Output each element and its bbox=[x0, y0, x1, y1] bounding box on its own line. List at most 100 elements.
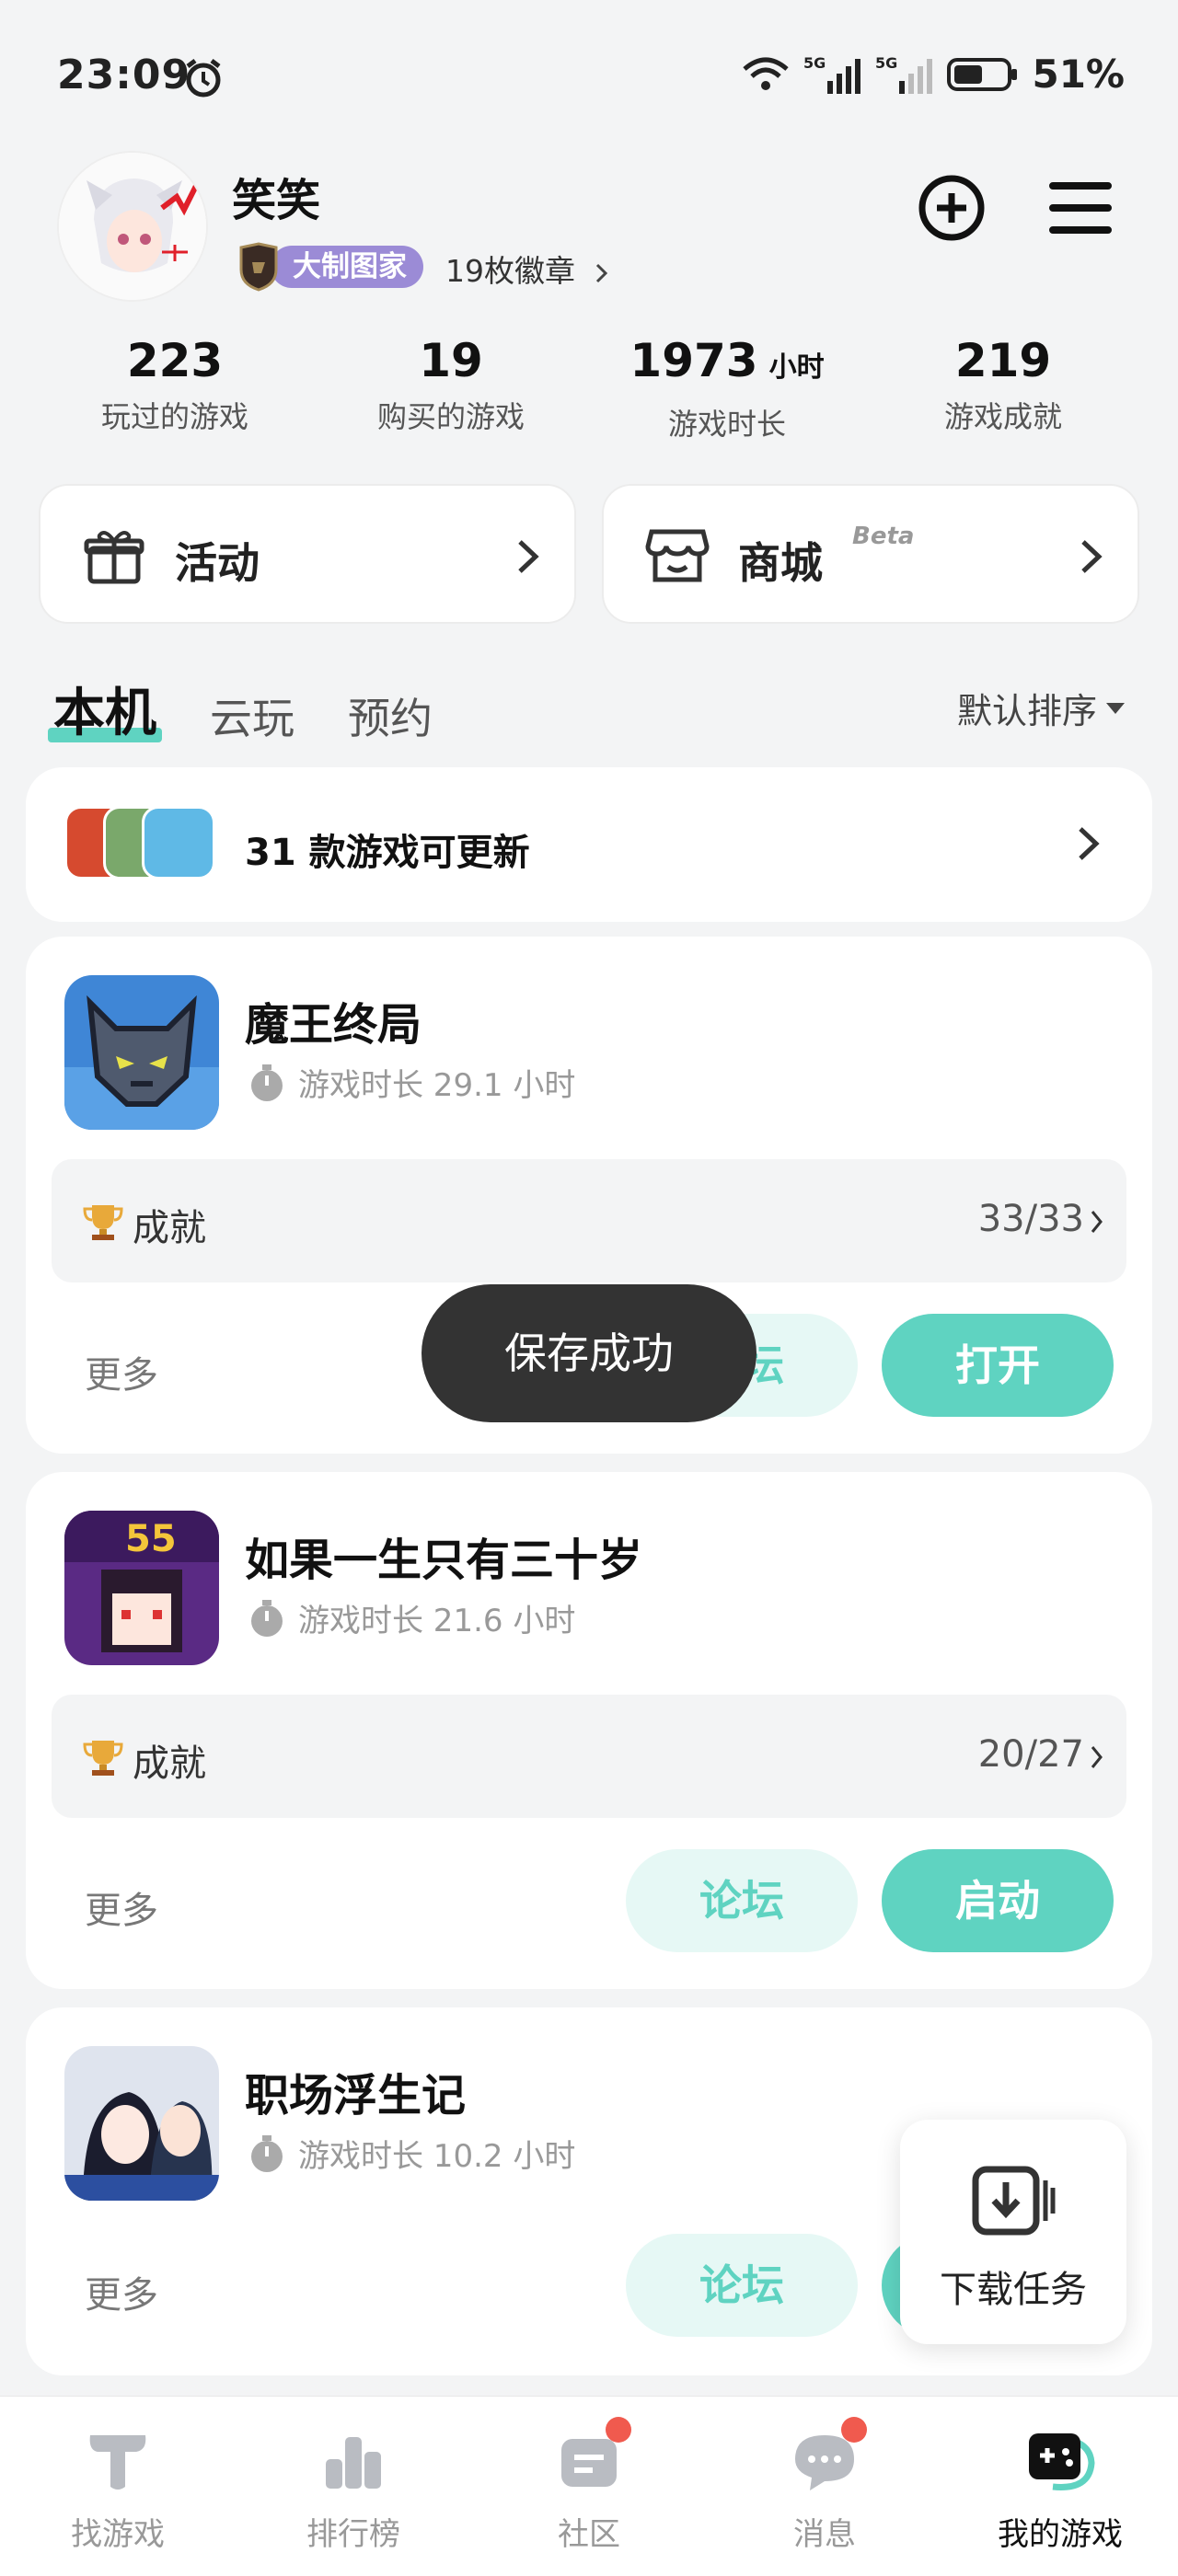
nav-label: 社区 bbox=[558, 2516, 620, 2553]
nav-messages[interactable]: 消息 bbox=[707, 2397, 942, 2576]
workplace-life-icon bbox=[64, 2046, 219, 2201]
update-game-icons bbox=[64, 806, 248, 883]
nav-find-games[interactable]: 找游戏 bbox=[0, 2397, 236, 2576]
nav-label: 排行榜 bbox=[306, 2516, 400, 2553]
download-task-button[interactable]: 下载任务 bbox=[900, 2120, 1126, 2344]
game-icon[interactable] bbox=[64, 2046, 219, 2201]
tab-cloud[interactable]: 云玩 bbox=[210, 685, 294, 746]
game-name: 魔王终局 bbox=[245, 999, 422, 1051]
store-card[interactable]: 商城 Beta bbox=[602, 484, 1139, 624]
notification-dot bbox=[841, 2417, 867, 2443]
forum-button[interactable]: 论坛 bbox=[626, 1849, 858, 1952]
stat-purchased[interactable]: 19 购买的游戏 bbox=[313, 331, 589, 443]
stopwatch-icon bbox=[251, 1064, 283, 1101]
game-playtime: 游戏时长 10.2 小时 bbox=[248, 2131, 575, 2176]
wifi-icon bbox=[743, 57, 790, 90]
badges-count: 19枚徽章 bbox=[445, 253, 575, 289]
playtime-text: 游戏时长 21.6 小时 bbox=[298, 1603, 576, 1639]
stat-label: 游戏成就 bbox=[943, 399, 1062, 434]
download-icon bbox=[972, 2166, 1056, 2236]
stat-label: 玩过的游戏 bbox=[100, 399, 248, 434]
stat-value: 219 bbox=[954, 334, 1052, 387]
beta-tag: Beta bbox=[852, 523, 915, 550]
cellular-signal-icon-2: 5G bbox=[875, 54, 933, 94]
stat-playtime[interactable]: 1973 小时 游戏时长 bbox=[589, 331, 865, 443]
game-playtime: 游戏时长 21.6 小时 bbox=[248, 1595, 575, 1640]
gamepad-icon bbox=[1029, 2433, 1095, 2490]
nav-community[interactable]: 社区 bbox=[471, 2397, 707, 2576]
status-icons: 5G 5G 51% bbox=[741, 52, 1125, 97]
status-time: 23:09 bbox=[57, 52, 191, 98]
demon-king-icon bbox=[64, 975, 219, 1130]
update-banner[interactable]: 31 款游戏可更新 bbox=[26, 767, 1152, 922]
achievement-label: 成就 bbox=[133, 1207, 206, 1249]
status-bar: 23:09 5G 5G 51% bbox=[0, 0, 1178, 156]
download-task-label: 下载任务 bbox=[940, 2269, 1087, 2311]
achievement-bar[interactable]: 成就 33/33 bbox=[52, 1159, 1126, 1282]
chevron-right-icon bbox=[1091, 1211, 1103, 1233]
stopwatch-icon bbox=[251, 1599, 283, 1637]
stat-achievements[interactable]: 219 游戏成就 bbox=[865, 331, 1141, 443]
alarm-icon bbox=[186, 59, 221, 98]
achievement-bar[interactable]: 成就 20/27 bbox=[52, 1695, 1126, 1818]
toast-message: 保存成功 bbox=[422, 1284, 756, 1422]
stat-value: 1973 bbox=[629, 334, 758, 387]
more-button[interactable]: 更多 bbox=[85, 1345, 158, 1398]
nav-label: 找游戏 bbox=[71, 2516, 165, 2553]
sort-label: 默认排序 bbox=[956, 691, 1097, 731]
stat-label: 游戏时长 bbox=[667, 407, 786, 442]
stopwatch-icon bbox=[251, 2134, 283, 2172]
more-button[interactable]: 更多 bbox=[85, 2265, 158, 2318]
game-name: 职场浮生记 bbox=[245, 2070, 467, 2122]
stat-value: 223 bbox=[126, 334, 224, 387]
activity-label: 活动 bbox=[175, 538, 260, 588]
game-icon[interactable]: 55 bbox=[64, 1511, 219, 1665]
chevron-right-icon bbox=[1079, 827, 1100, 860]
chevron-right-icon bbox=[1081, 540, 1103, 573]
store-label: 商城 bbox=[738, 538, 823, 588]
svg-text:5G: 5G bbox=[803, 54, 826, 72]
shield-icon bbox=[239, 242, 278, 292]
badges-link[interactable]: 19枚徽章 bbox=[445, 247, 609, 291]
trophy-icon bbox=[83, 1741, 123, 1776]
avatar[interactable] bbox=[57, 151, 208, 302]
battery-icon bbox=[947, 57, 1018, 91]
battery-percent: 51% bbox=[1032, 52, 1125, 97]
svg-text:5G: 5G bbox=[875, 54, 897, 72]
title-badge[interactable]: 大制图家 bbox=[237, 242, 423, 292]
stat-played[interactable]: 223 玩过的游戏 bbox=[37, 331, 313, 443]
tab-reserve[interactable]: 预约 bbox=[348, 685, 433, 746]
open-button[interactable]: 打开 bbox=[882, 1314, 1114, 1417]
game-tabs: 本机 云玩 预约 bbox=[48, 672, 433, 746]
title-badge-label: 大制图家 bbox=[271, 246, 423, 288]
more-button[interactable]: 更多 bbox=[85, 1880, 158, 1934]
forum-button[interactable]: 论坛 bbox=[626, 2234, 858, 2337]
launch-button[interactable]: 启动 bbox=[882, 1849, 1114, 1952]
chevron-right-icon bbox=[595, 263, 607, 282]
game-thumb-icon bbox=[142, 806, 215, 880]
sort-dropdown[interactable]: 默认排序 bbox=[957, 683, 1125, 733]
rankings-icon bbox=[326, 2437, 381, 2489]
game-card[interactable]: 55 如果一生只有三十岁 游戏时长 21.6 小时 成就 20/27 更多 论坛… bbox=[26, 1472, 1152, 1989]
chevron-right-icon bbox=[518, 540, 539, 573]
game-playtime: 游戏时长 29.1 小时 bbox=[248, 1060, 575, 1105]
achievement-count: 33/33 bbox=[977, 1198, 1084, 1240]
trophy-icon bbox=[83, 1205, 123, 1240]
achievement-label: 成就 bbox=[133, 1742, 206, 1785]
username[interactable]: 笑笑 bbox=[232, 164, 320, 228]
thirty-years-icon: 55 bbox=[64, 1511, 219, 1665]
nav-my-games[interactable]: 我的游戏 bbox=[942, 2397, 1178, 2576]
svg-text:55: 55 bbox=[125, 1518, 177, 1560]
nav-rankings[interactable]: 排行榜 bbox=[236, 2397, 471, 2576]
caret-down-icon bbox=[1106, 702, 1125, 714]
activity-card[interactable]: 活动 bbox=[39, 484, 576, 624]
menu-icon[interactable] bbox=[1045, 173, 1115, 243]
stat-value: 19 bbox=[419, 334, 483, 387]
achievement-count: 20/27 bbox=[977, 1733, 1084, 1776]
tab-local[interactable]: 本机 bbox=[48, 672, 162, 746]
add-circle-icon[interactable] bbox=[917, 173, 987, 243]
game-icon[interactable] bbox=[64, 975, 219, 1130]
gift-icon bbox=[84, 531, 144, 584]
stat-unit: 小时 bbox=[768, 351, 825, 384]
nav-label: 消息 bbox=[793, 2516, 856, 2553]
